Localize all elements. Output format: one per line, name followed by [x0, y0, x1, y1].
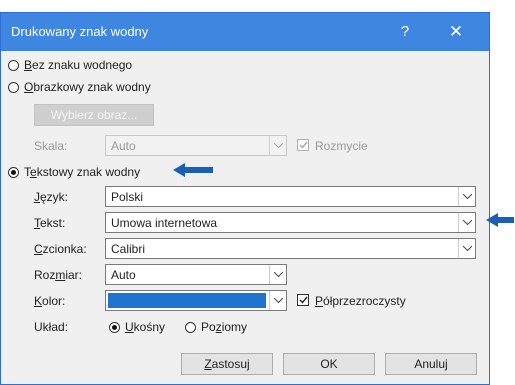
font-value: Calibri [111, 242, 146, 256]
language-value: Polski [111, 190, 144, 204]
picture-watermark-label[interactable]: Obrazkowy znak wodny [24, 80, 151, 94]
horizontal-label[interactable]: Poziomy [201, 320, 247, 334]
color-swatch [108, 293, 266, 308]
text-watermark-radio[interactable] [8, 167, 19, 178]
close-button[interactable]: ✕ [441, 19, 471, 45]
language-combo[interactable]: Polski [105, 186, 476, 207]
text-label: Tekst: [34, 216, 66, 230]
dialog-title: Drukowany znak wodny [11, 24, 149, 39]
text-watermark-label[interactable]: Tekstowy znak wodny [24, 165, 140, 179]
washout-checkbox[interactable] [297, 139, 309, 151]
font-combo[interactable]: Calibri [105, 238, 476, 259]
chevron-down-icon [269, 265, 286, 284]
annotation-arrow-icon [486, 213, 514, 227]
layout-label: Układ: [34, 320, 69, 334]
semitransparent-checkbox[interactable] [297, 294, 309, 306]
title-bar: Drukowany znak wodny ? ✕ [1, 13, 489, 51]
washout-label: Rozmycie [315, 139, 368, 153]
help-button[interactable]: ? [390, 19, 420, 45]
annotation-arrow-icon [173, 163, 213, 177]
semitransparent-label[interactable]: Półprzezroczysty [315, 294, 406, 308]
scale-combo[interactable]: Auto [105, 135, 287, 156]
text-combo[interactable]: Umowa internetowa [105, 212, 476, 233]
apply-button[interactable]: Zastosuj [181, 353, 273, 375]
font-label: Czcionka: [34, 242, 87, 256]
diagonal-label[interactable]: Ukośny [125, 320, 165, 334]
chevron-down-icon [269, 136, 286, 155]
size-label: Rozmiar: [34, 268, 83, 282]
size-value: Auto [111, 268, 136, 282]
chevron-down-icon [269, 291, 286, 310]
size-combo[interactable]: Auto [105, 264, 287, 285]
language-label: Język: [34, 190, 69, 204]
watermark-dialog: Drukowany znak wodny ? ✕ Bez znaku wodne… [0, 12, 490, 385]
chevron-down-icon [458, 239, 475, 258]
horizontal-radio[interactable] [185, 322, 196, 333]
color-picker[interactable] [105, 290, 287, 311]
chevron-down-icon [458, 187, 475, 206]
color-label: Kolor: [34, 294, 66, 308]
scale-value: Auto [111, 139, 136, 153]
diagonal-radio[interactable] [109, 322, 120, 333]
no-watermark-radio[interactable] [8, 60, 19, 71]
cancel-button[interactable]: Anuluj [385, 353, 477, 375]
picture-watermark-radio[interactable] [8, 82, 19, 93]
chevron-down-icon [458, 213, 475, 232]
scale-label: Skala: [34, 139, 68, 153]
select-picture-button[interactable]: Wybierz obraz... [34, 104, 154, 126]
ok-button[interactable]: OK [283, 353, 375, 375]
text-value: Umowa internetowa [111, 216, 218, 230]
no-watermark-label[interactable]: Bez znaku wodnego [24, 58, 132, 72]
